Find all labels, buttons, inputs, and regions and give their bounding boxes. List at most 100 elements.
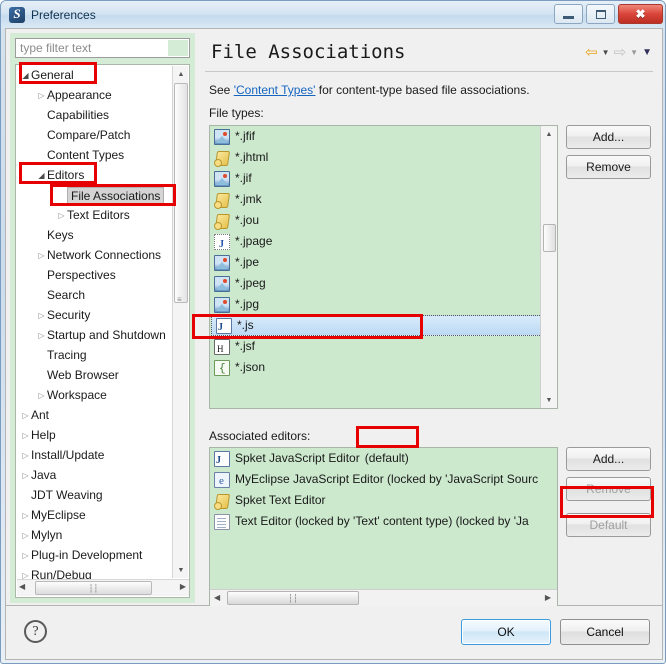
sidebar-item-editors[interactable]: ◢ Editors bbox=[16, 165, 173, 185]
tree-expand-closed-icon[interactable]: ▷ bbox=[36, 306, 47, 326]
file-type-row[interactable]: *.jpe bbox=[210, 252, 557, 273]
sidebar-item-install-update[interactable]: ▷ Install/Update bbox=[16, 445, 173, 465]
remove-editor-button[interactable]: Remove bbox=[566, 477, 651, 501]
help-button[interactable]: ? bbox=[24, 620, 47, 643]
tree-hscroll-thumb[interactable]: ┆┆ bbox=[35, 581, 152, 595]
sidebar-item-myeclipse[interactable]: ▷ MyEclipse bbox=[16, 505, 173, 525]
tree-expand-closed-icon[interactable]: ▷ bbox=[20, 566, 31, 579]
tree-vscroll-thumb[interactable] bbox=[174, 83, 188, 303]
tree-expand-closed-icon[interactable]: ▷ bbox=[20, 446, 31, 466]
tree-expand-closed-icon[interactable]: ▷ bbox=[36, 86, 47, 106]
file-type-row[interactable]: *.jfif bbox=[210, 126, 557, 147]
minimize-button[interactable] bbox=[554, 4, 583, 24]
minimize-icon bbox=[563, 16, 574, 19]
close-button[interactable]: ✖ bbox=[618, 4, 663, 24]
maximize-button[interactable] bbox=[586, 4, 615, 24]
sidebar-item-workspace[interactable]: ▷ Workspace bbox=[16, 385, 173, 405]
tree-expand-closed-icon[interactable]: ▷ bbox=[20, 466, 31, 486]
sidebar-item-help[interactable]: ▷ Help bbox=[16, 425, 173, 445]
sidebar-item-tracing[interactable]: Tracing bbox=[16, 345, 173, 365]
sidebar-item-mylyn[interactable]: ▷ Mylyn bbox=[16, 525, 173, 545]
file-type-row[interactable]: *.jpeg bbox=[210, 273, 557, 294]
file-type-row[interactable]: *.jou bbox=[210, 210, 557, 231]
remove-file-type-button[interactable]: Remove bbox=[566, 155, 651, 179]
back-arrow-icon[interactable]: ⇦ bbox=[585, 45, 598, 60]
tree-scroll-left-icon[interactable]: ◀ bbox=[19, 582, 25, 591]
tree-expand-closed-icon[interactable]: ▷ bbox=[20, 526, 31, 546]
editors-horizontal-scrollbar[interactable]: ◀ ┆┆ ▶ bbox=[210, 589, 557, 606]
sidebar-item-run-debug[interactable]: ▷ Run/Debug bbox=[16, 565, 173, 579]
file-types-scroll-down-icon[interactable]: ▼ bbox=[541, 392, 557, 408]
file-type-row[interactable]: *.json bbox=[210, 357, 557, 380]
tree-expand-closed-icon[interactable]: ▷ bbox=[20, 426, 31, 446]
sidebar-item-java[interactable]: ▷ Java bbox=[16, 465, 173, 485]
sidebar-item-appearance[interactable]: ▷ Appearance bbox=[16, 85, 173, 105]
filter-placeholder: type filter text bbox=[20, 41, 92, 55]
sidebar-item-ant[interactable]: ▷ Ant bbox=[16, 405, 173, 425]
file-types-scroll-up-icon[interactable]: ▲ bbox=[541, 126, 557, 142]
file-type-row[interactable]: *.jmk bbox=[210, 189, 557, 210]
tree-expand-closed-icon[interactable]: ▷ bbox=[20, 406, 31, 426]
tree-expand-closed-icon[interactable]: ▷ bbox=[36, 326, 47, 346]
file-type-row[interactable]: *.jhtml bbox=[210, 147, 557, 168]
associated-editor-row[interactable]: Spket JavaScript Editor (default) bbox=[210, 448, 557, 471]
sidebar-item-startup-and-shutdown[interactable]: ▷ Startup and Shutdown bbox=[16, 325, 173, 345]
file-type-row[interactable]: *.jsf bbox=[210, 336, 557, 360]
preferences-window: Preferences ✖ type filter text ◢General▷… bbox=[0, 0, 666, 664]
tree-expand-open-icon[interactable]: ◢ bbox=[36, 166, 47, 186]
file-type-row[interactable]: *.jif bbox=[210, 168, 557, 189]
file-types-list[interactable]: *.jfif *.jhtml *.jif *.jmk *.jou *.jpage *.jpe… bbox=[209, 125, 558, 409]
default-editor-button[interactable]: Default bbox=[566, 513, 651, 537]
tree-expand-closed-icon[interactable]: ▷ bbox=[20, 546, 31, 566]
page-menu-chevron-down-icon[interactable]: ▼ bbox=[642, 47, 652, 58]
file-type-row[interactable]: *.js bbox=[211, 315, 556, 338]
associated-editor-row[interactable]: MyEclipse JavaScript Editor (locked by '… bbox=[210, 469, 557, 492]
cancel-button[interactable]: Cancel bbox=[560, 619, 650, 645]
sidebar-item-compare-patch[interactable]: Compare/Patch bbox=[16, 125, 173, 145]
filter-clear-icon[interactable] bbox=[168, 40, 188, 56]
jpage-file-icon bbox=[214, 233, 230, 255]
forward-chevron-down-icon[interactable]: ▼ bbox=[630, 48, 638, 57]
sidebar-item-keys[interactable]: Keys bbox=[16, 225, 173, 245]
associated-editors-list[interactable]: Spket JavaScript Editor (default) MyEclips… bbox=[209, 447, 558, 607]
sidebar-item-perspectives[interactable]: Perspectives bbox=[16, 265, 173, 285]
editors-hscroll-thumb[interactable]: ┆┆ bbox=[227, 591, 359, 605]
sidebar-item-file-associations[interactable]: File Associations bbox=[16, 185, 173, 205]
sidebar-item-network-connections[interactable]: ▷ Network Connections bbox=[16, 245, 173, 265]
editors-scroll-right-icon[interactable]: ▶ bbox=[545, 593, 551, 602]
tree-scroll-right-icon[interactable]: ▶ bbox=[180, 582, 186, 591]
sidebar-item-security[interactable]: ▷ Security bbox=[16, 305, 173, 325]
sidebar-item-capabilities[interactable]: Capabilities bbox=[16, 105, 173, 125]
tree-scroll-up-icon[interactable]: ▲ bbox=[173, 66, 189, 82]
sidebar-item-jdt-weaving[interactable]: JDT Weaving bbox=[16, 485, 173, 505]
associated-editor-row[interactable]: Text Editor (locked by 'Text' content ty… bbox=[210, 511, 557, 532]
preferences-tree[interactable]: ◢ General ▷ Appearance Capabilities Compare… bbox=[15, 64, 190, 598]
add-file-type-button[interactable]: Add... bbox=[566, 125, 651, 149]
back-chevron-down-icon[interactable]: ▼ bbox=[602, 48, 610, 57]
sidebar-item-web-browser[interactable]: Web Browser bbox=[16, 365, 173, 385]
content-types-link[interactable]: 'Content Types' bbox=[234, 83, 316, 97]
tree-expand-closed-icon[interactable]: ▷ bbox=[36, 386, 47, 406]
editors-scroll-left-icon[interactable]: ◀ bbox=[214, 593, 220, 602]
ok-button[interactable]: OK bbox=[461, 619, 551, 645]
sidebar-item-label: Capabilities bbox=[47, 108, 110, 122]
tree-expand-closed-icon[interactable]: ▷ bbox=[36, 246, 47, 266]
sidebar-item-content-types[interactable]: Content Types bbox=[16, 145, 173, 165]
tree-expand-closed-icon[interactable]: ▷ bbox=[20, 506, 31, 526]
tree-vertical-scrollbar[interactable]: ▲ ≡ ▼ bbox=[172, 66, 188, 578]
file-type-row[interactable]: *.jpage bbox=[210, 231, 557, 255]
tree-scroll-down-icon[interactable]: ▼ bbox=[173, 562, 189, 578]
file-types-vscroll-thumb[interactable] bbox=[543, 224, 556, 252]
tree-horizontal-scrollbar[interactable]: ◀ ┆┆ ▶ bbox=[17, 579, 189, 596]
sidebar-item-search[interactable]: Search bbox=[16, 285, 173, 305]
tree-expand-open-icon[interactable]: ◢ bbox=[20, 66, 31, 86]
sidebar-item-text-editors[interactable]: ▷ Text Editors bbox=[16, 205, 173, 225]
file-types-vertical-scrollbar[interactable]: ▲ ▼ bbox=[540, 126, 557, 408]
associated-editor-row[interactable]: Spket Text Editor bbox=[210, 490, 557, 511]
sidebar-item-plug-in-development[interactable]: ▷ Plug-in Development bbox=[16, 545, 173, 565]
filter-input[interactable]: type filter text bbox=[15, 38, 190, 58]
add-editor-button[interactable]: Add... bbox=[566, 447, 651, 471]
file-type-row[interactable]: *.jpg bbox=[210, 294, 557, 315]
sidebar-item-general[interactable]: ◢ General bbox=[16, 65, 173, 85]
tree-expand-closed-icon[interactable]: ▷ bbox=[56, 206, 67, 226]
